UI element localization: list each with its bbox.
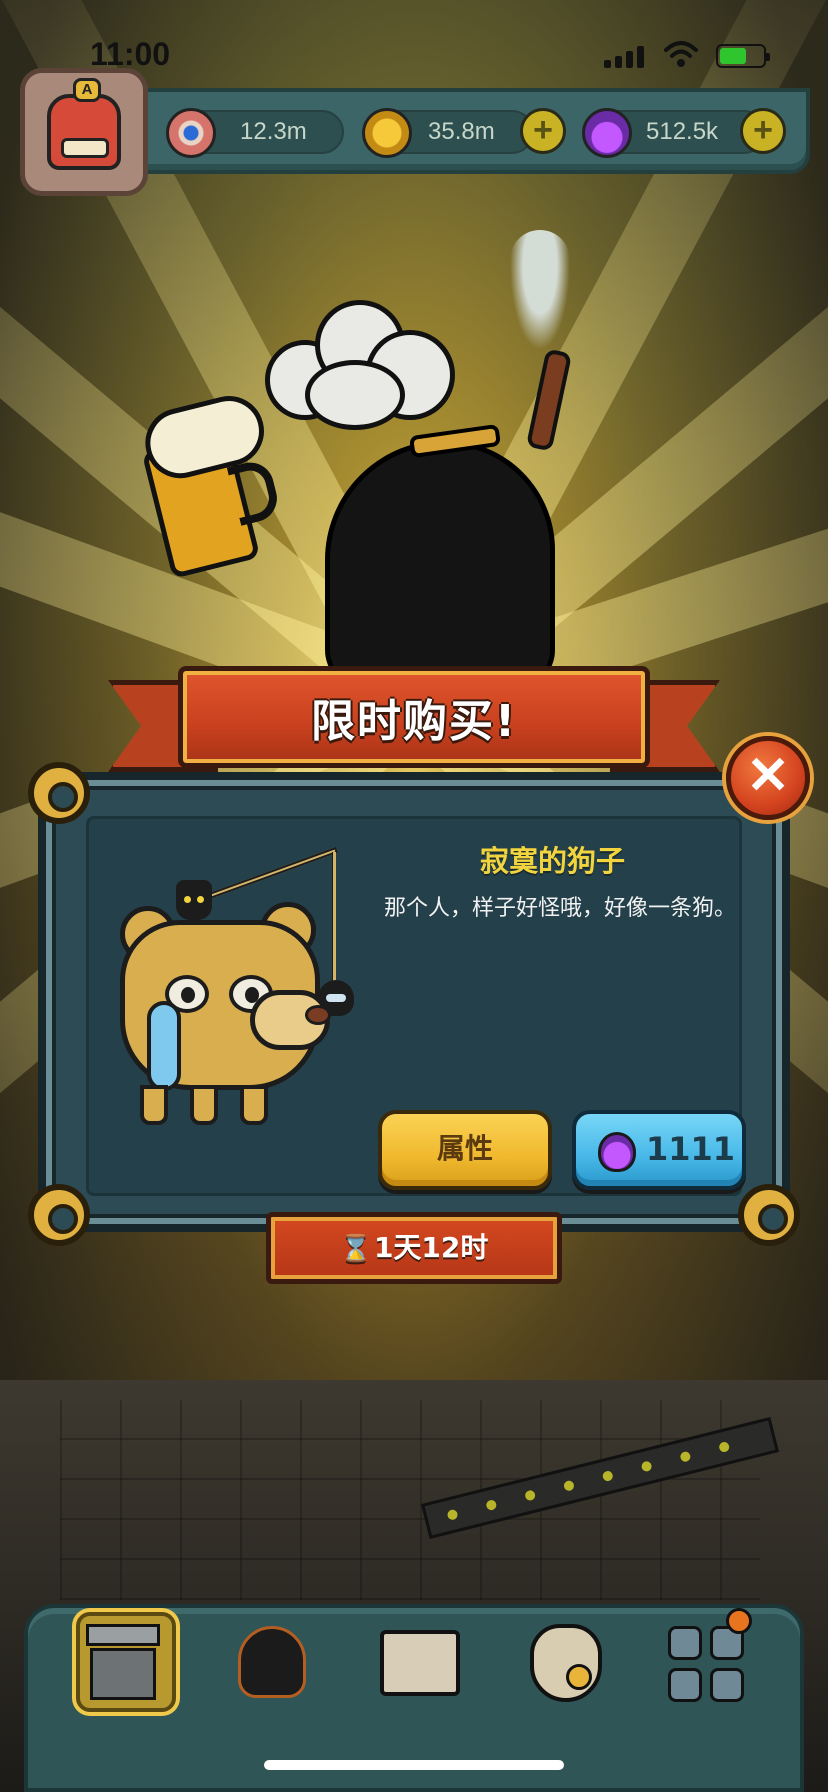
chef-hat-icon xyxy=(245,290,465,440)
add-potions-button[interactable]: + xyxy=(740,108,786,154)
resource-eyeballs: 12.3m xyxy=(166,108,344,158)
grid-icon xyxy=(668,1626,746,1704)
add-coins-button[interactable]: + xyxy=(520,108,566,154)
home-indicator[interactable] xyxy=(264,1760,564,1770)
eyeball-icon xyxy=(166,108,216,158)
attributes-button[interactable]: 属性 xyxy=(378,1110,552,1190)
coins-value: 35.8m xyxy=(428,118,495,145)
item-name: 寂寞的狗子 xyxy=(480,844,626,878)
close-button[interactable]: ✕ xyxy=(726,736,810,820)
notification-badge xyxy=(726,1608,752,1634)
panel-corner-ornament xyxy=(738,1184,800,1246)
monster-icon xyxy=(238,1626,306,1698)
nav-bag[interactable] xyxy=(516,1612,616,1712)
potions-value: 512.5k xyxy=(646,118,719,145)
panel-corner-ornament xyxy=(28,762,90,824)
nav-more[interactable] xyxy=(656,1608,756,1712)
resource-potions: 512.5k xyxy=(582,108,766,158)
black-cat-icon xyxy=(176,880,212,920)
buy-button[interactable]: 1111 xyxy=(572,1110,746,1190)
nav-monsters[interactable] xyxy=(222,1612,322,1712)
avatar-badge: A xyxy=(73,78,101,102)
smoke-icon xyxy=(510,230,570,350)
coin-icon xyxy=(362,108,412,158)
banner-title: 限时购买! xyxy=(310,696,518,747)
avatar-monster-icon: A xyxy=(47,78,121,170)
potion-icon xyxy=(598,1132,636,1172)
nav-book[interactable] xyxy=(370,1612,470,1712)
item-description: 那个人，样子好怪哦，好像一条狗。 xyxy=(384,896,737,921)
close-icon: ✕ xyxy=(746,747,790,805)
timer-text: 1天12时 xyxy=(373,1231,489,1264)
offer-timer: ⌛1天12时 xyxy=(266,1212,562,1284)
lonely-dog-illustration xyxy=(110,846,360,1130)
price-value: 1111 xyxy=(646,1130,736,1168)
floor-tiles xyxy=(60,1400,760,1600)
offer-banner: 限时购买! xyxy=(178,666,650,768)
cigar-icon xyxy=(525,348,573,452)
hourglass-icon: ⌛ xyxy=(339,1234,372,1264)
wifi-icon xyxy=(664,41,698,67)
potion-icon xyxy=(582,108,632,158)
eyeballs-value: 12.3m xyxy=(240,118,307,145)
book-icon xyxy=(380,1630,460,1696)
money-bag-icon xyxy=(530,1624,602,1702)
player-avatar[interactable]: A xyxy=(20,68,148,196)
resource-coins: 35.8m xyxy=(362,108,534,158)
battery-icon xyxy=(716,44,770,68)
beer-mug-icon xyxy=(137,388,283,579)
cellular-signal-icon xyxy=(604,46,646,68)
panel-corner-ornament xyxy=(28,1184,90,1246)
chef-monster-illustration xyxy=(137,230,660,690)
nav-shop[interactable] xyxy=(76,1612,176,1712)
